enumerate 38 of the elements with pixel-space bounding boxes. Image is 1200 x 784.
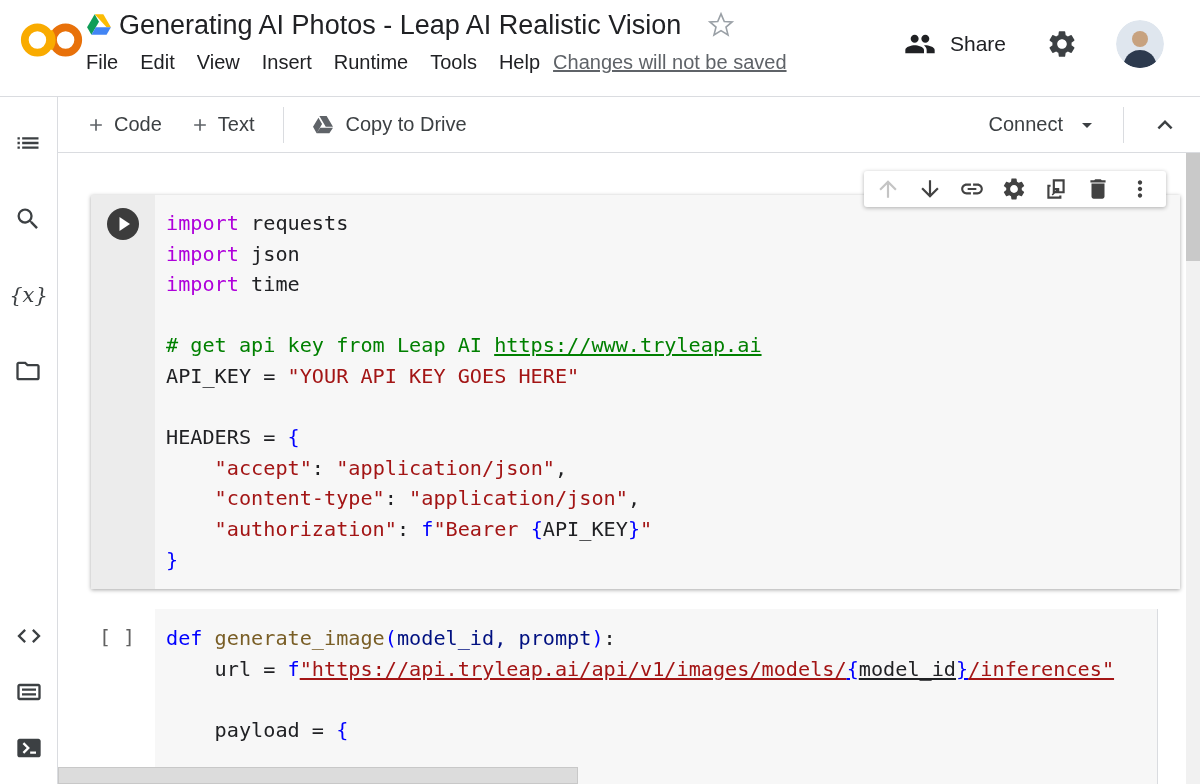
- code-line: def generate_image(model_id, prompt):: [166, 625, 616, 653]
- menu-item[interactable]: Runtime: [322, 51, 420, 74]
- menu-item[interactable]: Help: [487, 51, 552, 74]
- menu-item[interactable]: View: [185, 51, 251, 74]
- code-line: }: [166, 546, 179, 574]
- add-code-button[interactable]: Code: [84, 109, 164, 140]
- variables-icon[interactable]: {x}: [9, 281, 48, 309]
- menu-item[interactable]: Tools: [419, 51, 488, 74]
- scrollbar-thumb[interactable]: [1186, 153, 1200, 261]
- unsaved-changes-link[interactable]: Changes will not be saved: [553, 51, 787, 74]
- add-text-button[interactable]: Text: [187, 109, 257, 140]
- vertical-scrollbar[interactable]: [1186, 153, 1200, 784]
- code-line: "content-type": "application/json",: [213, 485, 641, 513]
- avatar[interactable]: [1116, 20, 1164, 68]
- code-line: HEADERS = {: [166, 424, 300, 452]
- code-cell[interactable]: [91, 195, 1180, 590]
- execution-count: [ ]: [98, 624, 136, 652]
- code-line: # get api key from Leap AI https://www.tryleap.ai: [166, 332, 762, 360]
- drive-icon: [86, 13, 112, 37]
- share-button[interactable]: Share: [897, 24, 1012, 64]
- code-line: import time: [166, 271, 300, 299]
- star-icon[interactable]: [707, 11, 736, 39]
- horizontal-scrollbar[interactable]: [58, 767, 578, 784]
- menu-item[interactable]: Edit: [129, 51, 186, 74]
- code-line: "authorization": f"Bearer {API_KEY}": [213, 515, 653, 543]
- drive-icon: [311, 114, 334, 135]
- connect-button[interactable]: Connect: [986, 109, 1065, 140]
- code-line: "accept": "application/json",: [213, 454, 568, 482]
- menu-item[interactable]: Insert: [250, 51, 323, 74]
- run-button[interactable]: [107, 208, 139, 240]
- menu-item[interactable]: File: [86, 51, 130, 74]
- code-line: API_KEY = "YOUR API KEY GOES HERE": [166, 362, 580, 390]
- code-line: import requests: [166, 210, 349, 237]
- code-line: payload = {: [213, 716, 349, 744]
- notebook-title[interactable]: Generating AI Photos - Leap AI Realistic Vision: [119, 9, 682, 41]
- code-line: import json: [166, 240, 300, 268]
- code-line: url = f"https://api.tryleap.ai/api/v1/images/models/{model_id}/inferences": [213, 655, 1115, 683]
- copy-to-drive-button[interactable]: Copy to Drive: [309, 109, 469, 140]
